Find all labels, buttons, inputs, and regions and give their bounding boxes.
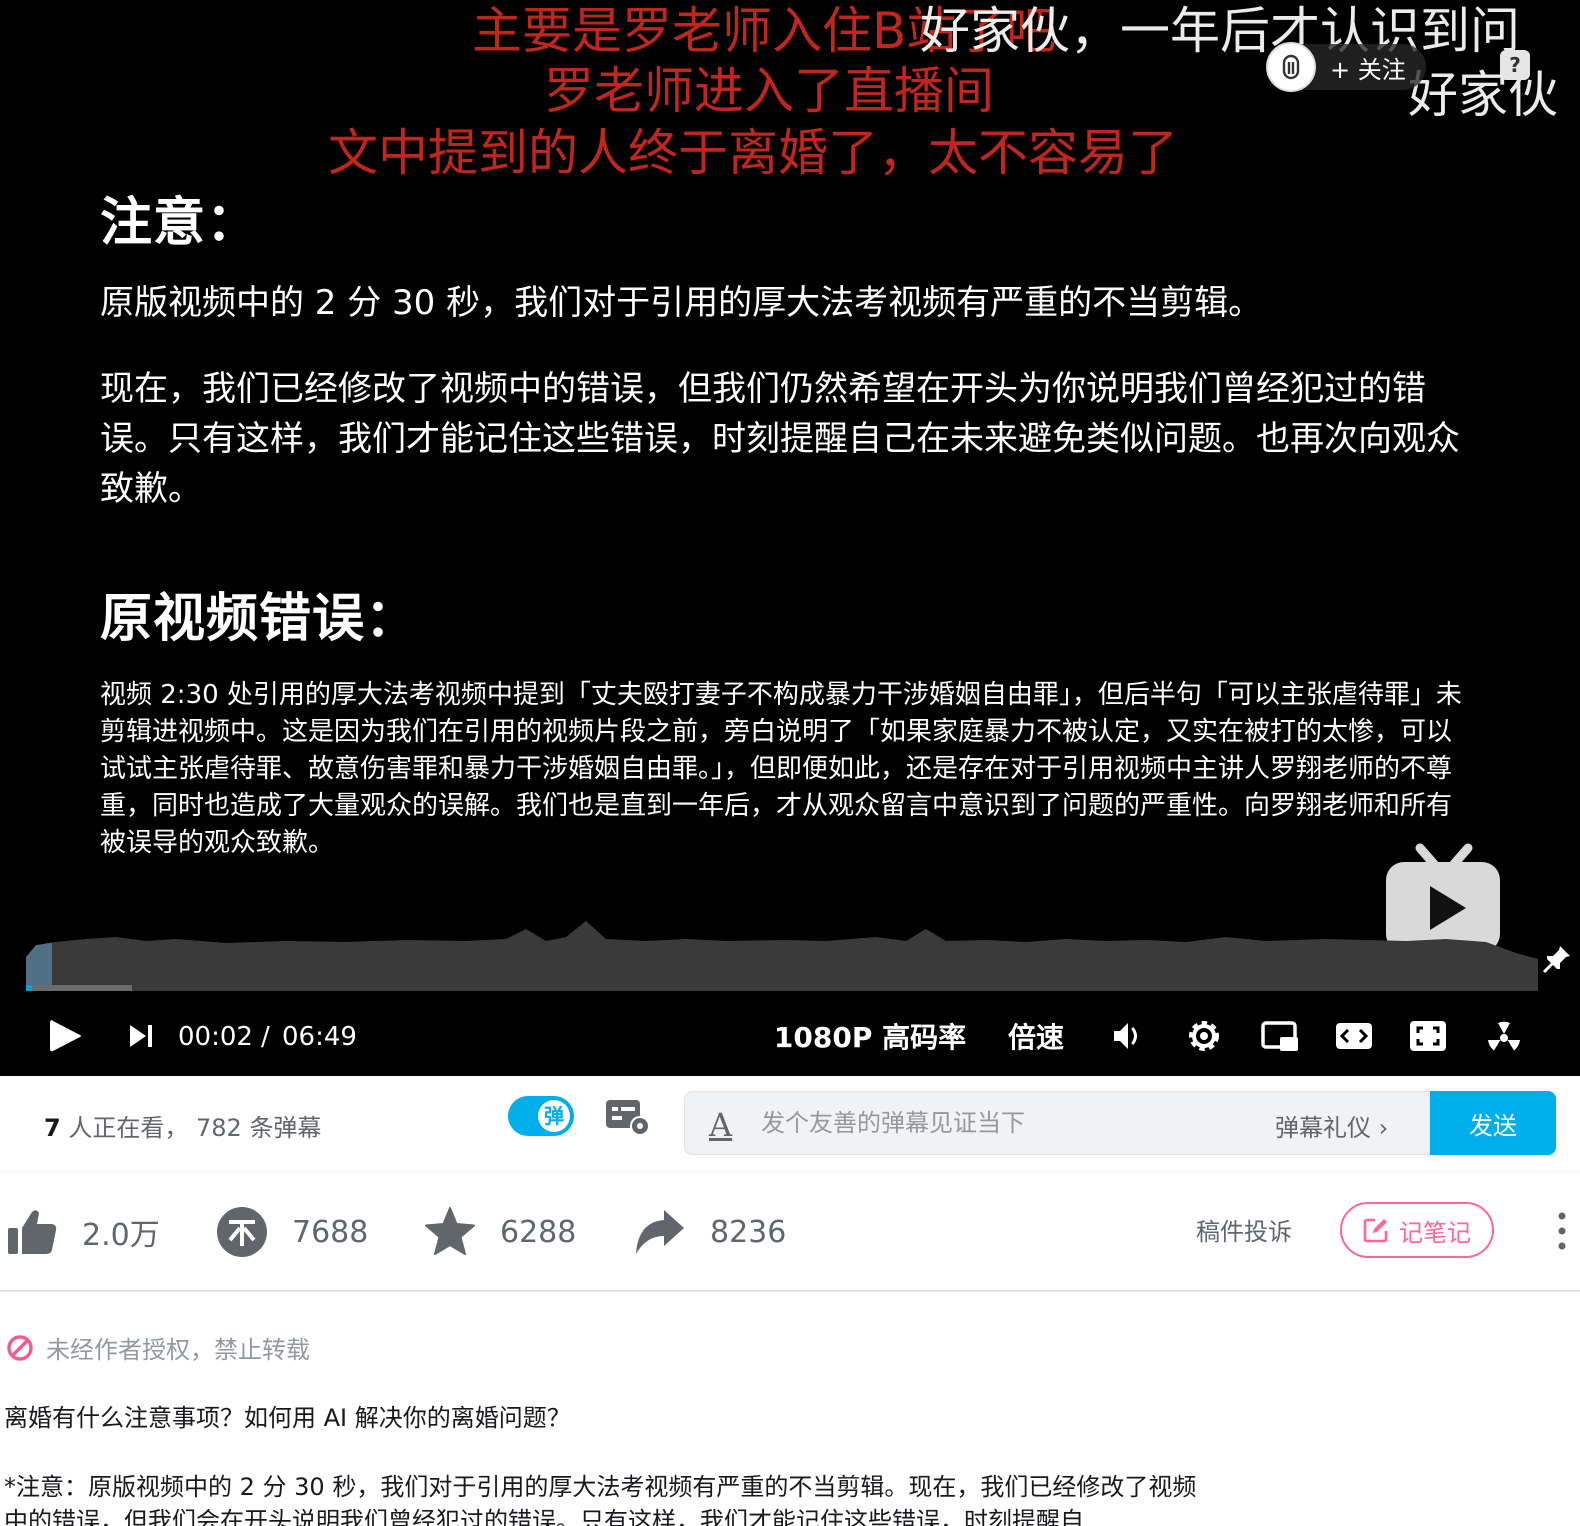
take-note-label: 记笔记 — [1399, 1218, 1471, 1247]
star-icon — [425, 1207, 475, 1255]
time-total: 06:49 — [282, 1022, 357, 1052]
speed-button[interactable]: 倍速 — [1004, 1014, 1068, 1058]
pip-button[interactable] — [1258, 1014, 1302, 1058]
description-body: *注意：原版视频中的 2 分 30 秒，我们对于引用的厚大法考视频有严重的不当剪… — [4, 1473, 1197, 1526]
share-count: 8236 — [710, 1214, 787, 1250]
follow-button[interactable]: + 关注 — [1330, 50, 1406, 85]
pin-icon[interactable] — [1542, 944, 1572, 974]
gear-icon — [1189, 1021, 1219, 1051]
share-button[interactable]: 8236 — [634, 1202, 786, 1262]
share-arrow-icon — [636, 1210, 684, 1254]
video-heading-errors: 原视频错误： — [100, 588, 419, 649]
forbidden-icon — [7, 1334, 33, 1361]
favorite-button[interactable]: 6288 — [424, 1202, 576, 1262]
favorite-count: 6288 — [500, 1214, 577, 1250]
danmaku-count: 782 — [195, 1114, 242, 1142]
copyright-text: 未经作者授权，禁止转载 — [46, 1336, 310, 1364]
more-options-icon[interactable] — [1550, 1206, 1574, 1256]
video-text-para1: 原版视频中的 2 分 30 秒，我们对于引用的厚大法考视频有严重的不当剪辑。 — [100, 283, 1263, 323]
video-frame[interactable]: 注意： 原版视频中的 2 分 30 秒，我们对于引用的厚大法考视频有严重的不当剪… — [0, 0, 1580, 1000]
radiation-icon — [1488, 1021, 1520, 1051]
quality-label: 1080P 高码率 — [773, 1021, 967, 1054]
uploader-avatar[interactable] — [1266, 42, 1316, 92]
time-separator: / — [261, 1022, 270, 1052]
hazard-mode-button[interactable] — [1482, 1014, 1526, 1058]
volume-button[interactable] — [1108, 1014, 1148, 1058]
danmaku-toggle[interactable]: 弹 — [508, 1096, 574, 1136]
like-count: 2.0万 — [82, 1218, 160, 1253]
danmaku-comment: 好家伙 — [1408, 66, 1558, 124]
progress-buffer — [26, 985, 132, 991]
send-button[interactable]: 发送 — [1430, 1091, 1556, 1155]
widescreen-icon — [1336, 1023, 1372, 1049]
danmaku-input[interactable] — [761, 1092, 1241, 1154]
video-toolbar: 2.0万 7688 6288 8236 稿件投诉 记笔记 — [0, 1172, 1580, 1292]
video-heading-notice: 注意： — [100, 192, 260, 253]
help-icon[interactable]: ? — [1500, 50, 1530, 80]
danmaku-toggle-knob: 弹 — [538, 1100, 570, 1132]
coin-button[interactable]: 7688 — [216, 1202, 368, 1262]
danmaku-settings-button[interactable] — [604, 1096, 652, 1136]
high-energy-waveform[interactable] — [26, 915, 1538, 985]
viewer-info: 7 人正在看， 782 条弹幕 — [44, 1108, 321, 1143]
video-text-para3: 视频 2:30 处引用的厚大法考视频中提到「丈夫殴打妻子不构成暴力干涉婚姻自由罪… — [100, 680, 1462, 858]
video-text-para2: 现在，我们已经修改了视频中的错误，但我们仍然希望在开头为你说明我们曾经犯过的错误… — [100, 369, 1460, 509]
report-link[interactable]: 稿件投诉 — [1196, 1212, 1292, 1247]
danmaku-comment: 罗老师进入了直播间 — [544, 62, 994, 120]
danmaku-bar: 7 人正在看， 782 条弹幕 弹 A 弹幕礼仪 › 发送 — [0, 1076, 1580, 1172]
settings-button[interactable] — [1184, 1014, 1224, 1058]
volume-icon — [1114, 1023, 1137, 1049]
progress-bar[interactable] — [26, 985, 1538, 991]
danmaku-suffix: 条弹幕 — [249, 1114, 322, 1142]
webfullscreen-button[interactable] — [1406, 1014, 1450, 1058]
coin-count: 7688 — [292, 1214, 369, 1250]
viewers-suffix: 人正在看， — [68, 1114, 189, 1142]
viewers-count: 7 — [44, 1114, 61, 1142]
copyright-notice: 未经作者授权，禁止转载 — [6, 1330, 310, 1365]
avatar-logo-icon — [1282, 54, 1300, 80]
player-controls: 00:02 / 06:49 1080P 高码率 倍速 — [0, 1000, 1580, 1076]
play-button[interactable] — [40, 1014, 88, 1058]
danmaku-comment: 好家伙，一年后才认识到问 — [920, 2, 1520, 60]
danmaku-etiquette-link[interactable]: 弹幕礼仪 › — [1275, 1108, 1388, 1143]
coin-icon — [217, 1207, 267, 1257]
thumbs-up-icon — [8, 1210, 57, 1254]
edit-note-icon — [1363, 1218, 1388, 1243]
take-note-button[interactable]: 记笔记 — [1340, 1202, 1494, 1258]
progress-played — [26, 985, 32, 991]
time-current: 00:02 — [178, 1022, 253, 1052]
description-title: 离婚有什么注意事项？如何用 AI 解决你的离婚问题？ — [4, 1404, 571, 1432]
like-button[interactable]: 2.0万 — [6, 1202, 160, 1262]
text-style-icon[interactable]: A — [709, 1106, 732, 1144]
quality-button[interactable]: 1080P 高码率 — [772, 1014, 968, 1058]
widescreen-button[interactable] — [1332, 1014, 1376, 1058]
video-player[interactable]: 注意： 原版视频中的 2 分 30 秒，我们对于引用的厚大法考视频有严重的不当剪… — [0, 0, 1580, 1076]
fullscreen-icon — [1410, 1021, 1446, 1051]
danmaku-comment: 文中提到的人终于离婚了，太不容易了 — [328, 124, 1178, 182]
danmaku-input-wrapper: A 弹幕礼仪 › — [684, 1091, 1430, 1155]
skip-next-icon — [130, 1025, 152, 1047]
picture-in-picture-icon — [1261, 1021, 1298, 1051]
speed-label: 倍速 — [1007, 1021, 1064, 1054]
play-icon — [50, 1020, 81, 1052]
next-button[interactable] — [120, 1014, 160, 1058]
